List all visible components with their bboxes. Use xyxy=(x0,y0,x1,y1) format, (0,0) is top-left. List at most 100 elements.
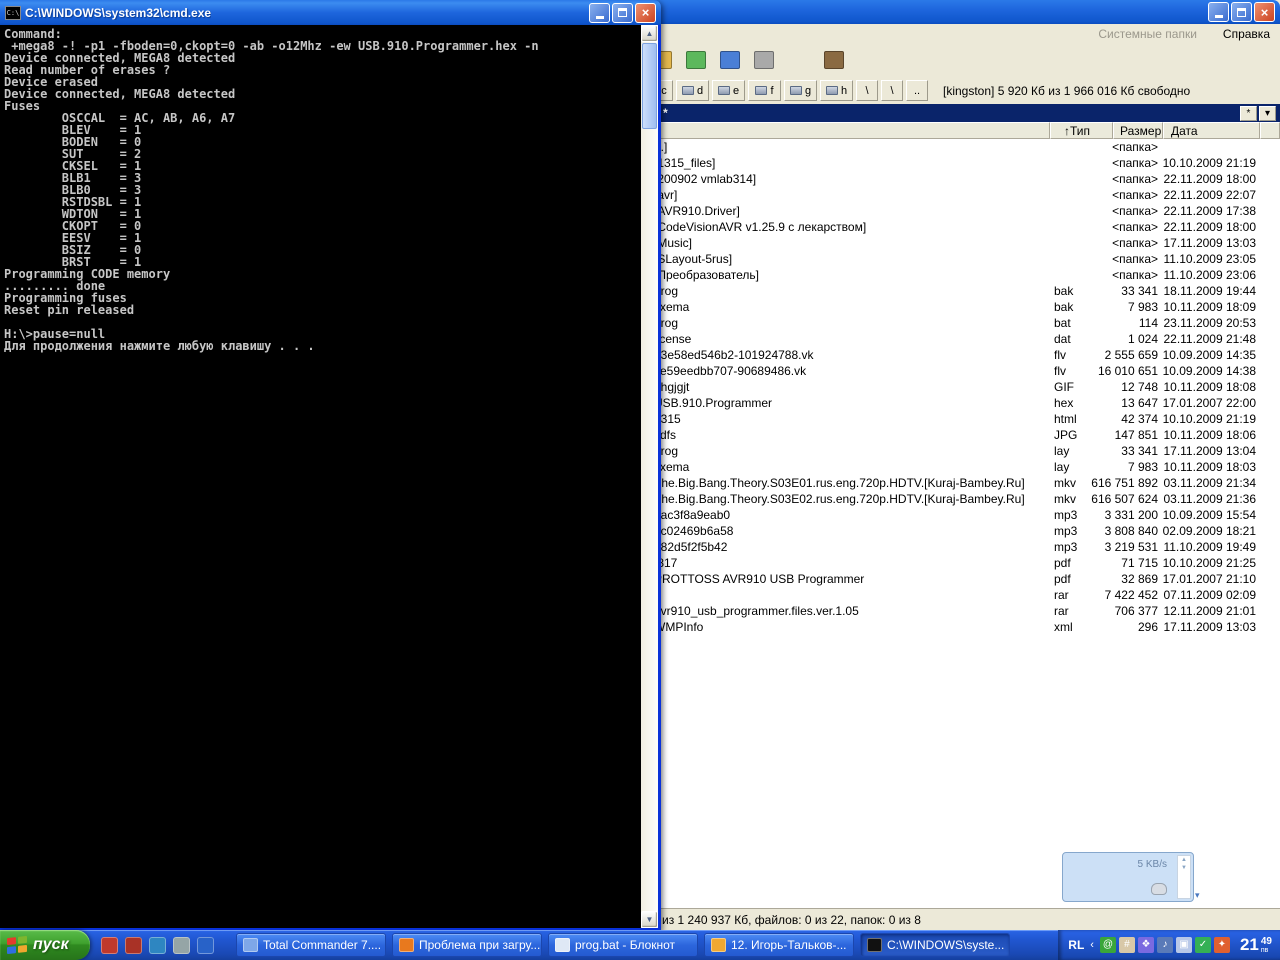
taskbar-task-button[interactable]: 12. Игорь-Тальков-... xyxy=(704,933,854,957)
file-size: <папка> xyxy=(1028,140,1158,154)
widget-scrollbar[interactable]: ▲▼ xyxy=(1177,855,1191,899)
briefcase-icon[interactable] xyxy=(820,47,848,74)
column-header-size[interactable]: Размер xyxy=(1113,122,1163,139)
tray-icon-3[interactable]: ❖ xyxy=(1138,937,1154,953)
tray-icon-4[interactable]: ♪ xyxy=(1157,937,1173,953)
quick-launch-bar xyxy=(95,930,220,960)
file-size: 706 377 xyxy=(1028,604,1158,618)
tray-icon-5[interactable]: ▣ xyxy=(1176,937,1192,953)
file-name: [Преобразователь] xyxy=(654,268,759,282)
file-date: 22.11.2009 17:38 xyxy=(1146,204,1256,218)
file-size: <папка> xyxy=(1028,236,1158,250)
user-icon[interactable] xyxy=(716,47,744,74)
quick-launch-icon-3[interactable] xyxy=(149,937,166,954)
current-path: * xyxy=(663,106,668,120)
tray-icon-2[interactable]: # xyxy=(1119,937,1135,953)
drive-buttons: cdefgh\\.. xyxy=(640,80,928,101)
file-size: 71 715 xyxy=(1028,556,1158,570)
path-favorites-button[interactable]: * xyxy=(1240,106,1257,121)
file-name: WMPInfo xyxy=(654,620,703,634)
file-name: 83e58ed546b2-101924788.vk xyxy=(654,348,813,362)
file-date: 22.11.2009 22:07 xyxy=(1146,188,1256,202)
column-header-type[interactable]: ↑Тип xyxy=(1050,122,1113,139)
cmd-scrollbar[interactable]: ▲ ▼ xyxy=(641,25,658,928)
tray-icon-1[interactable]: @ xyxy=(1100,937,1116,953)
taskbar: пуск Total Commander 7.... Проблема при з… xyxy=(0,930,1280,960)
menu-help[interactable]: Справка xyxy=(1223,27,1270,41)
file-date: 07.11.2009 02:09 xyxy=(1146,588,1256,602)
tc-maximize-button[interactable] xyxy=(1231,2,1252,22)
column-header-rest xyxy=(1260,122,1280,139)
taskbar-task-button[interactable]: C:\WINDOWS\syste... xyxy=(860,933,1010,957)
close-icon: × xyxy=(642,5,650,20)
start-button[interactable]: пуск xyxy=(0,930,90,960)
file-size: 7 983 xyxy=(1028,300,1158,314)
pathbar-buttons: * ▾ xyxy=(1240,106,1276,121)
tc-close-button[interactable]: × xyxy=(1254,2,1275,22)
file-name: 6ac3f8a9eab0 xyxy=(654,508,730,522)
drive-button-h[interactable]: h xyxy=(820,80,853,101)
drive-button-d[interactable]: d xyxy=(676,80,709,101)
file-size: <папка> xyxy=(1028,252,1158,266)
tray-icon-7[interactable]: ✦ xyxy=(1214,937,1230,953)
scroll-thumb[interactable] xyxy=(642,43,657,129)
grid-icon[interactable] xyxy=(682,47,710,74)
cmd-maximize-button[interactable] xyxy=(612,3,633,23)
file-date: 10.11.2009 18:09 xyxy=(1146,300,1256,314)
file-date: 11.10.2009 23:06 xyxy=(1146,268,1256,282)
file-date: 10.11.2009 18:06 xyxy=(1146,428,1256,442)
file-date: 10.09.2009 14:35 xyxy=(1146,348,1256,362)
scroll-down-button[interactable]: ▼ xyxy=(641,911,658,928)
drive-button-g[interactable]: g xyxy=(784,80,817,101)
cmd-titlebar[interactable]: C:\ C:\WINDOWS\system32\cmd.exe × xyxy=(0,0,661,25)
cmd-minimize-button[interactable] xyxy=(589,3,610,23)
drive-button-root[interactable]: \ xyxy=(881,80,903,101)
widget-collapse-button[interactable]: ▾ xyxy=(1195,890,1207,901)
minimize-icon xyxy=(596,16,604,19)
speed-widget[interactable]: 5 KB/s ▲▼ ▾ xyxy=(1062,852,1194,902)
cmd-icon: C:\ xyxy=(5,6,21,20)
column-header-date[interactable]: Дата xyxy=(1163,122,1260,139)
file-date: 23.11.2009 20:53 xyxy=(1146,316,1256,330)
tray-chevron-icon[interactable]: ‹ xyxy=(1090,939,1094,951)
tray-icons: @#❖♪▣✓✦ xyxy=(1100,937,1230,953)
task-buttons: Total Commander 7.... Проблема при загру.… xyxy=(236,933,1010,957)
speed-label: 5 KB/s xyxy=(1138,859,1167,870)
drive-button-e[interactable]: e xyxy=(712,80,745,101)
quick-launch-icon-2[interactable] xyxy=(125,937,142,954)
menu-system-folders[interactable]: Системные папки xyxy=(1098,27,1197,41)
quick-launch-icon-1[interactable] xyxy=(101,937,118,954)
taskbar-task-button[interactable]: prog.bat - Блокнот xyxy=(548,933,698,957)
system-tray: RL ‹ @#❖♪▣✓✦ 21 49 пв xyxy=(1058,930,1280,960)
file-date: 17.01.2007 21:10 xyxy=(1146,572,1256,586)
copy-icon[interactable] xyxy=(750,47,778,74)
quick-launch-icon-4[interactable] xyxy=(173,937,190,954)
drive-button-root[interactable]: \ xyxy=(856,80,878,101)
file-name: 9c02469b6a58 xyxy=(654,524,733,538)
file-date: 03.11.2009 21:36 xyxy=(1146,492,1256,506)
file-size: 12 748 xyxy=(1028,380,1158,394)
quick-launch-icon-5[interactable] xyxy=(197,937,214,954)
language-indicator[interactable]: RL xyxy=(1068,938,1084,952)
tc-minimize-button[interactable] xyxy=(1208,2,1229,22)
start-label: пуск xyxy=(33,936,69,954)
file-date: 11.10.2009 19:49 xyxy=(1146,540,1256,554)
file-size: 616 507 624 xyxy=(1028,492,1158,506)
clock-minutes: 49 xyxy=(1261,937,1272,947)
tray-icon-6[interactable]: ✓ xyxy=(1195,937,1211,953)
path-history-button[interactable]: ▾ xyxy=(1259,106,1276,121)
tray-clock[interactable]: 21 49 пв xyxy=(1240,935,1272,955)
cmd-close-button[interactable]: × xyxy=(635,3,656,23)
drive-button-f[interactable]: f xyxy=(748,80,781,101)
task-label: Проблема при загру... xyxy=(419,938,540,952)
drive-button-up[interactable]: .. xyxy=(906,80,928,101)
disk-icon xyxy=(826,86,838,95)
file-date: 03.11.2009 21:34 xyxy=(1146,476,1256,490)
file-name: The.Big.Bang.Theory.S03E02.rus.eng.720p.… xyxy=(654,492,1025,506)
scroll-up-button[interactable]: ▲ xyxy=(641,25,658,42)
windows-logo-icon xyxy=(7,936,27,954)
file-date: 10.10.2009 21:25 xyxy=(1146,556,1256,570)
taskbar-task-button[interactable]: Total Commander 7.... xyxy=(236,933,386,957)
file-size: 7 422 452 xyxy=(1028,588,1158,602)
taskbar-task-button[interactable]: Проблема при загру... xyxy=(392,933,542,957)
